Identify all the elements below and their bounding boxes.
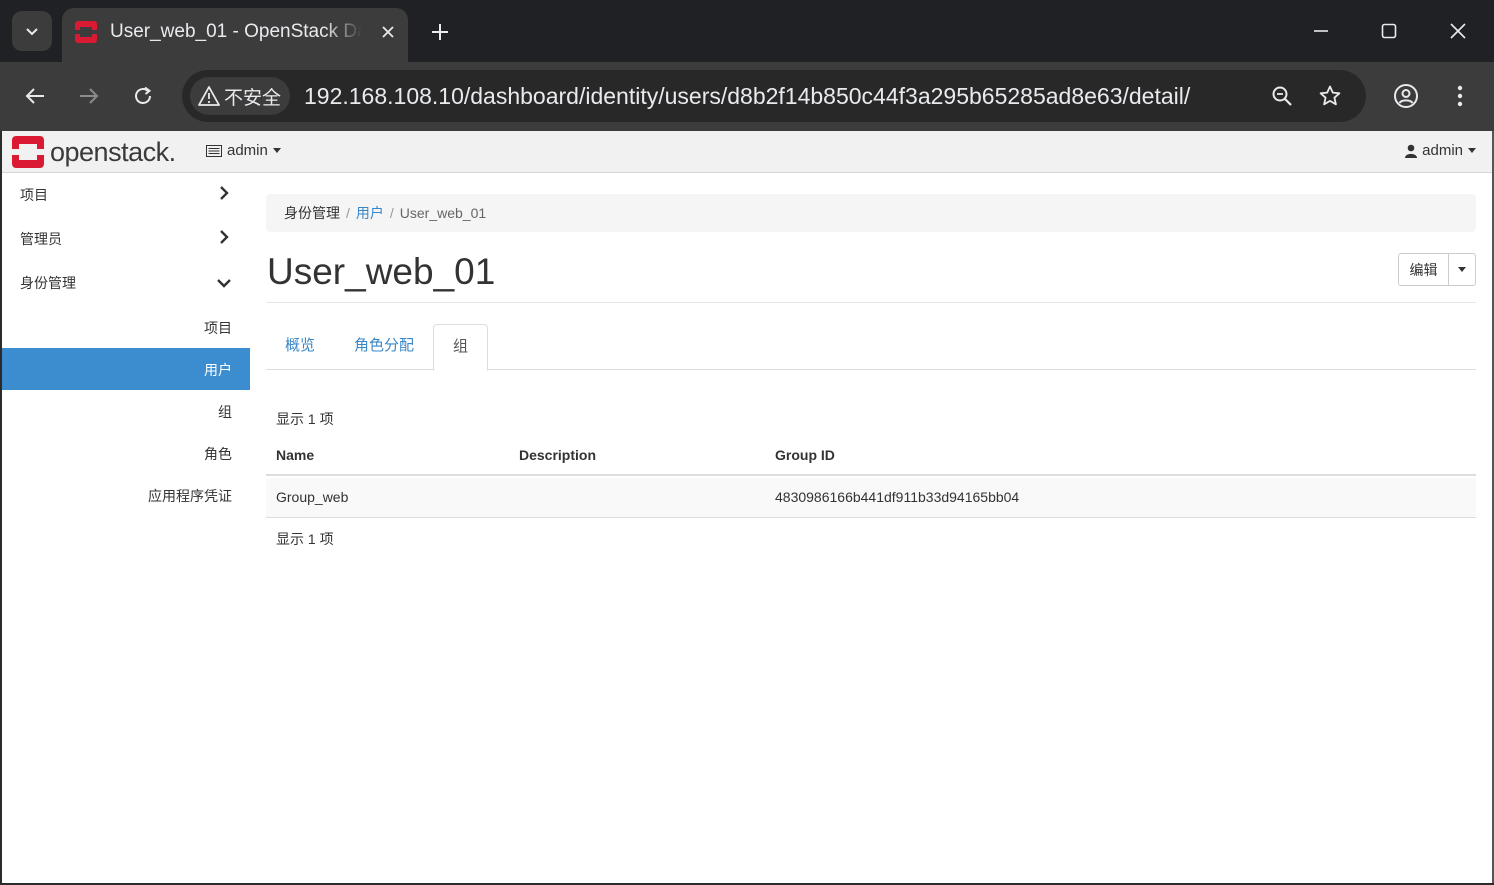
browser-toolbar: 不安全 192.168.108.10/dashboard/identity/us… — [0, 62, 1494, 131]
sidebar-subitem-label: 角色 — [204, 446, 232, 462]
header-divider — [266, 302, 1476, 303]
sidebar-subitem-label: 应用程序凭证 — [148, 488, 232, 504]
sidebar-item-label: 身份管理 — [20, 275, 76, 291]
detail-tabs: 概览 角色分配 组 — [266, 324, 1476, 371]
bookmark-button[interactable] — [1314, 80, 1346, 112]
tab-overview[interactable]: 概览 — [266, 324, 334, 370]
sidebar-item-admin[interactable]: 管理员 — [2, 217, 250, 261]
sidebar-subitem-app-credentials[interactable]: 应用程序凭证 — [2, 474, 250, 516]
openstack-favicon-icon — [75, 21, 97, 43]
breadcrumb-root: 身份管理 — [284, 205, 340, 221]
address-bar[interactable]: 不安全 192.168.108.10/dashboard/identity/us… — [182, 70, 1366, 122]
sidebar-subitem-projects[interactable]: 项目 — [2, 306, 250, 348]
breadcrumb-separator: / — [389, 205, 394, 221]
chevron-right-icon — [220, 186, 229, 200]
warning-icon — [198, 86, 220, 106]
close-icon — [382, 26, 394, 38]
project-list-icon — [206, 144, 222, 157]
chevron-right-icon — [220, 230, 229, 244]
column-header-description[interactable]: Description — [519, 447, 596, 463]
breadcrumb-users-link[interactable]: 用户 — [356, 205, 384, 221]
project-dropdown-label: admin — [227, 142, 268, 159]
zoom-icon — [1272, 86, 1292, 106]
openstack-logo-icon — [12, 136, 44, 168]
edit-button[interactable]: 编辑 — [1398, 253, 1449, 286]
table-header: Name Description Group ID — [266, 436, 1476, 476]
item-count-top: 显示 1 项 — [276, 411, 334, 427]
maximize-button[interactable] — [1366, 10, 1412, 52]
security-chip[interactable]: 不安全 — [190, 77, 290, 115]
user-icon — [1405, 144, 1418, 158]
chevron-down-icon — [217, 279, 231, 288]
more-vertical-icon — [1457, 85, 1463, 107]
tab-close-button[interactable] — [374, 18, 402, 46]
sidebar-subitem-groups[interactable]: 组 — [2, 390, 250, 432]
project-dropdown[interactable]: admin — [206, 142, 281, 159]
caret-down-icon — [1468, 148, 1476, 153]
logo-text: openstack. — [50, 136, 176, 167]
cell-name: Group_web — [276, 489, 349, 505]
star-icon — [1319, 85, 1341, 106]
openstack-logo[interactable]: openstack. — [12, 136, 176, 168]
arrow-left-icon — [25, 88, 44, 104]
breadcrumb-current: User_web_01 — [399, 205, 487, 221]
browser-menu-button[interactable] — [1440, 76, 1480, 116]
item-count-bottom: 显示 1 项 — [276, 531, 334, 547]
user-dropdown-label: admin — [1422, 142, 1463, 159]
sidebar-subitem-users[interactable]: 用户 — [2, 348, 250, 390]
chevron-down-icon — [26, 28, 38, 36]
window-close-button[interactable] — [1435, 10, 1481, 52]
sidebar: 项目 管理员 身份管理 项目 用户 组 角色 应用程序凭证 — [2, 173, 250, 883]
account-circle-icon — [1394, 84, 1418, 108]
tab-groups[interactable]: 组 — [433, 324, 489, 371]
minimize-icon — [1314, 30, 1328, 32]
close-icon — [1450, 23, 1466, 39]
reload-icon — [135, 86, 152, 104]
sidebar-subitem-roles[interactable]: 角色 — [2, 432, 250, 474]
cell-group-id: 4830986166b441df911b33d94165bb04 — [775, 489, 1020, 505]
actions-button-group: 编辑 — [1398, 253, 1476, 286]
actions-dropdown-toggle[interactable] — [1449, 253, 1476, 286]
sidebar-item-label: 管理员 — [20, 231, 62, 247]
back-button[interactable] — [15, 76, 55, 116]
caret-down-icon — [272, 148, 281, 153]
column-header-group-id[interactable]: Group ID — [775, 447, 835, 463]
browser-titlebar: User_web_01 - OpenStack Dashboard — [0, 0, 1494, 62]
arrow-right-icon — [80, 88, 99, 104]
page-viewport: openstack. admin admin 项目 管理员 身份管理 项目 用户… — [2, 131, 1492, 883]
plus-icon — [432, 24, 448, 40]
tab-search-button[interactable] — [12, 11, 52, 51]
sidebar-item-label: 项目 — [20, 187, 48, 203]
caret-down-icon — [1458, 267, 1466, 272]
sidebar-item-project[interactable]: 项目 — [2, 173, 250, 217]
security-label: 不安全 — [224, 87, 282, 109]
new-tab-button[interactable] — [422, 14, 458, 50]
tab-title: User_web_01 - OpenStack Dashboard — [110, 21, 362, 42]
breadcrumb-separator: / — [346, 205, 350, 221]
browser-tab-active[interactable]: User_web_01 - OpenStack Dashboard — [62, 8, 408, 62]
sidebar-subitem-label: 项目 — [204, 320, 232, 336]
reload-button[interactable] — [123, 76, 163, 116]
zoom-button[interactable] — [1266, 80, 1298, 112]
sidebar-subitem-label: 组 — [218, 404, 232, 420]
table-row[interactable]: Group_web 4830986166b441df911b33d94165bb… — [266, 478, 1476, 518]
tab-role-assignments[interactable]: 角色分配 — [335, 324, 433, 370]
forward-button[interactable] — [69, 76, 109, 116]
profile-button[interactable] — [1386, 76, 1426, 116]
page-title: User_web_01 — [267, 251, 496, 292]
url-text[interactable]: 192.168.108.10/dashboard/identity/users/… — [304, 83, 1190, 109]
minimize-button[interactable] — [1298, 10, 1344, 52]
top-navbar: openstack. admin admin — [2, 131, 1492, 173]
breadcrumb: 身份管理 / 用户 / User_web_01 — [266, 194, 1476, 232]
sidebar-subitem-label: 用户 — [204, 362, 232, 378]
column-header-name[interactable]: Name — [276, 447, 314, 463]
user-dropdown[interactable]: admin — [1405, 142, 1476, 159]
maximize-icon — [1381, 23, 1397, 39]
sidebar-item-identity[interactable]: 身份管理 — [2, 261, 250, 305]
